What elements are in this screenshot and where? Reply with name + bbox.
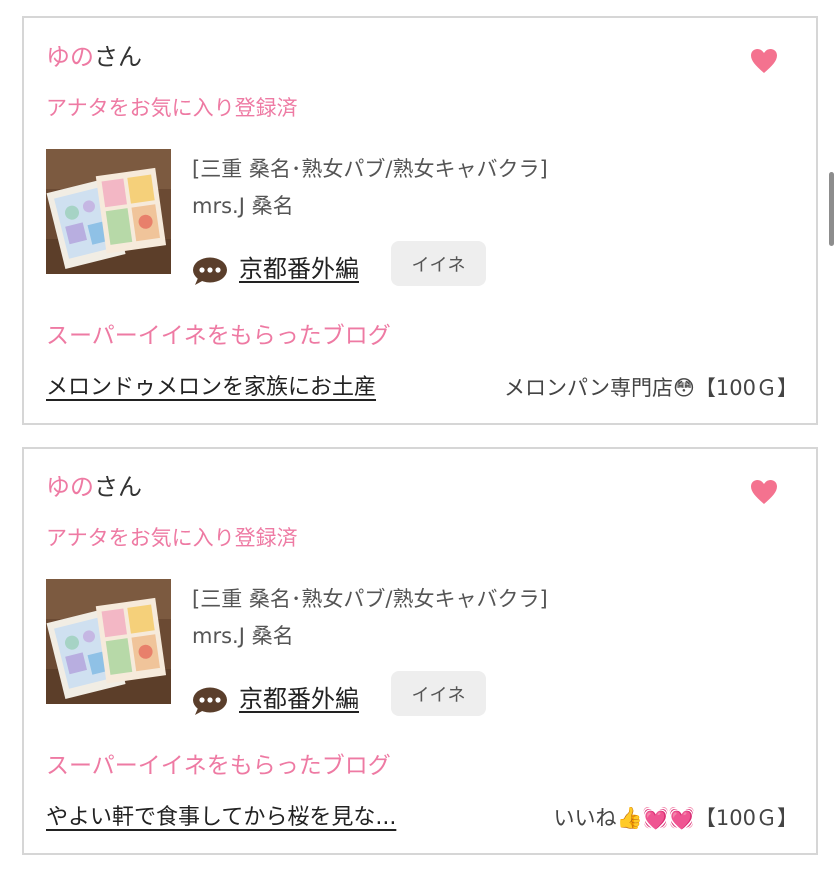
heart-icon[interactable] <box>750 479 778 505</box>
page: ゆのさん アナタをお気に入り登録済 [三重 桑名･熟女パブ/熟女キャバクラ] m… <box>0 0 840 871</box>
user-suffix: さん <box>94 473 142 501</box>
chat-bubble-icon <box>193 687 227 715</box>
shop-category: [三重 桑名･熟女パブ/熟女キャバクラ] <box>192 587 548 611</box>
notification-card: ゆのさん アナタをお気に入り登録済 [三重 桑名･熟女パブ/熟女キャバクラ] m… <box>22 16 818 425</box>
heart-icon[interactable] <box>750 48 778 74</box>
user-name[interactable]: ゆの <box>46 473 94 501</box>
favorite-status: アナタをお気に入り登録済 <box>46 526 298 550</box>
super-iine-heading: スーパーイイネをもらったブログ <box>46 753 391 779</box>
blog-title-link[interactable]: 京都番外編 <box>239 254 359 284</box>
super-iine-blog-link[interactable]: メロンドゥメロンを家族にお土産 <box>46 374 376 402</box>
scrollbar-thumb[interactable] <box>829 172 834 246</box>
super-iine-blog-link[interactable]: やよい軒で食事してから桜を見な... <box>46 804 396 832</box>
blog-title-link[interactable]: 京都番外編 <box>239 684 359 714</box>
iine-button[interactable]: イイネ <box>391 671 486 716</box>
notification-card: ゆのさん アナタをお気に入り登録済 [三重 桑名･熟女パブ/熟女キャバクラ] m… <box>22 447 818 855</box>
super-iine-meta: メロンパン専門店😳【100Ｇ】 <box>503 376 798 400</box>
user-line[interactable]: ゆのさん <box>46 472 142 502</box>
shop-name[interactable]: mrs.J 桑名 <box>192 623 294 649</box>
super-iine-heading: スーパーイイネをもらったブログ <box>46 323 391 349</box>
user-line[interactable]: ゆのさん <box>46 42 142 72</box>
chat-bubble-icon <box>193 257 227 285</box>
user-suffix: さん <box>94 43 142 71</box>
favorite-status: アナタをお気に入り登録済 <box>46 96 298 120</box>
user-name[interactable]: ゆの <box>46 43 94 71</box>
shop-photo[interactable] <box>46 149 171 274</box>
shop-photo[interactable] <box>46 579 171 704</box>
shop-name[interactable]: mrs.J 桑名 <box>192 193 294 219</box>
shop-category: [三重 桑名･熟女パブ/熟女キャバクラ] <box>192 157 548 181</box>
iine-button[interactable]: イイネ <box>391 241 486 286</box>
super-iine-meta: いいね👍💓💓【100Ｇ】 <box>553 806 798 830</box>
